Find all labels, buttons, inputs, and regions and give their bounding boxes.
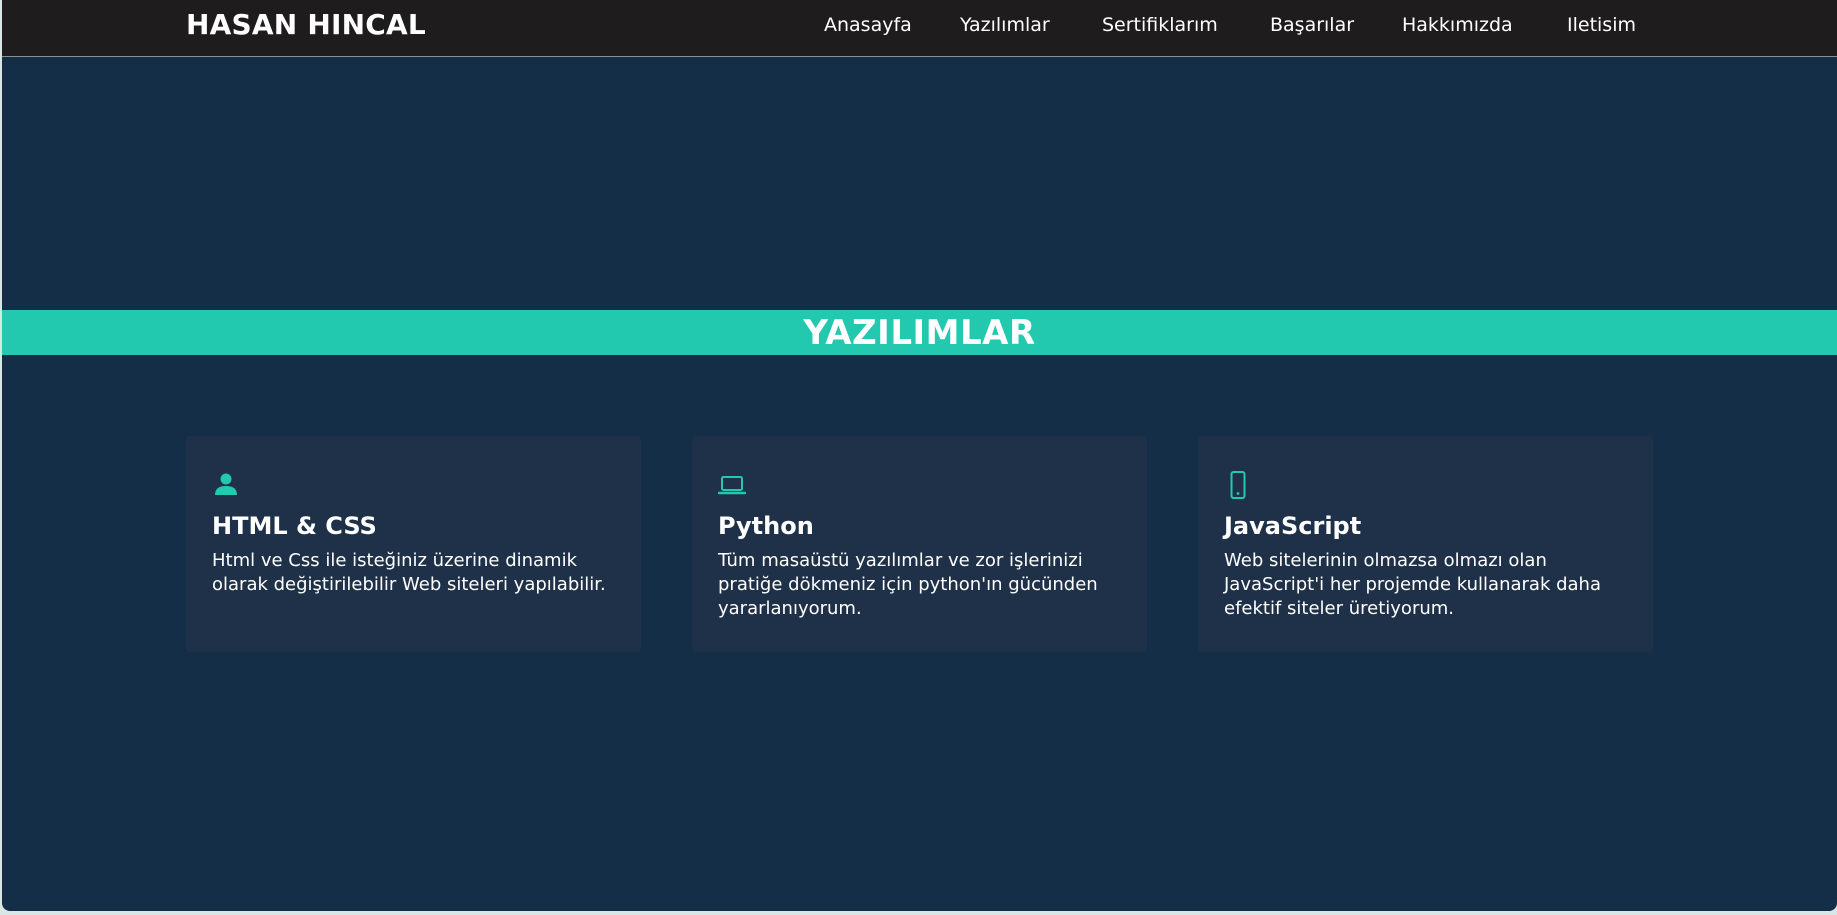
card-description: Tüm masaüstü yazılımlar ve zor işleriniz…: [718, 550, 1098, 619]
nav-link-anasayfa[interactable]: Anasayfa: [824, 14, 912, 36]
mobile-icon: [1230, 471, 1246, 499]
nav-link-yazilimlar[interactable]: Yazılımlar: [960, 14, 1050, 36]
card-title: HTML & CSS: [212, 512, 377, 540]
section-banner: YAZILIMLAR: [2, 310, 1837, 355]
section-title: YAZILIMLAR: [803, 313, 1036, 353]
navbar: HASAN HINCAL Anasayfa Yazılımlar Sertifi…: [2, 0, 1837, 57]
service-card-python: Python Tüm masaüstü yazılımlar ve zor iş…: [692, 436, 1147, 652]
nav-link-basarilar[interactable]: Başarılar: [1270, 14, 1354, 36]
user-icon: [215, 473, 237, 495]
nav-menu: Anasayfa Yazılımlar Sertifiklarım Başarı…: [2, 14, 1837, 44]
nav-link-sertifikalar[interactable]: Sertifiklarım: [1102, 14, 1218, 36]
service-card-html-css: HTML & CSS Html ve Css ile isteğiniz üze…: [186, 436, 641, 652]
laptop-icon: [718, 476, 746, 495]
card-description: Web sitelerinin olmazsa olmazı olan Java…: [1224, 550, 1601, 619]
nav-link-hakkimizda[interactable]: Hakkımızda: [1402, 14, 1513, 36]
service-card-javascript: JavaScript Web sitelerinin olmazsa olmaz…: [1198, 436, 1653, 652]
card-title: Python: [718, 512, 814, 540]
nav-link-iletisim[interactable]: Iletisim: [1567, 14, 1636, 36]
card-description: Html ve Css ile isteğiniz üzerine dinami…: [212, 550, 606, 595]
card-title: JavaScript: [1224, 512, 1362, 540]
page-frame: HASAN HINCAL Anasayfa Yazılımlar Sertifi…: [2, 0, 1837, 911]
